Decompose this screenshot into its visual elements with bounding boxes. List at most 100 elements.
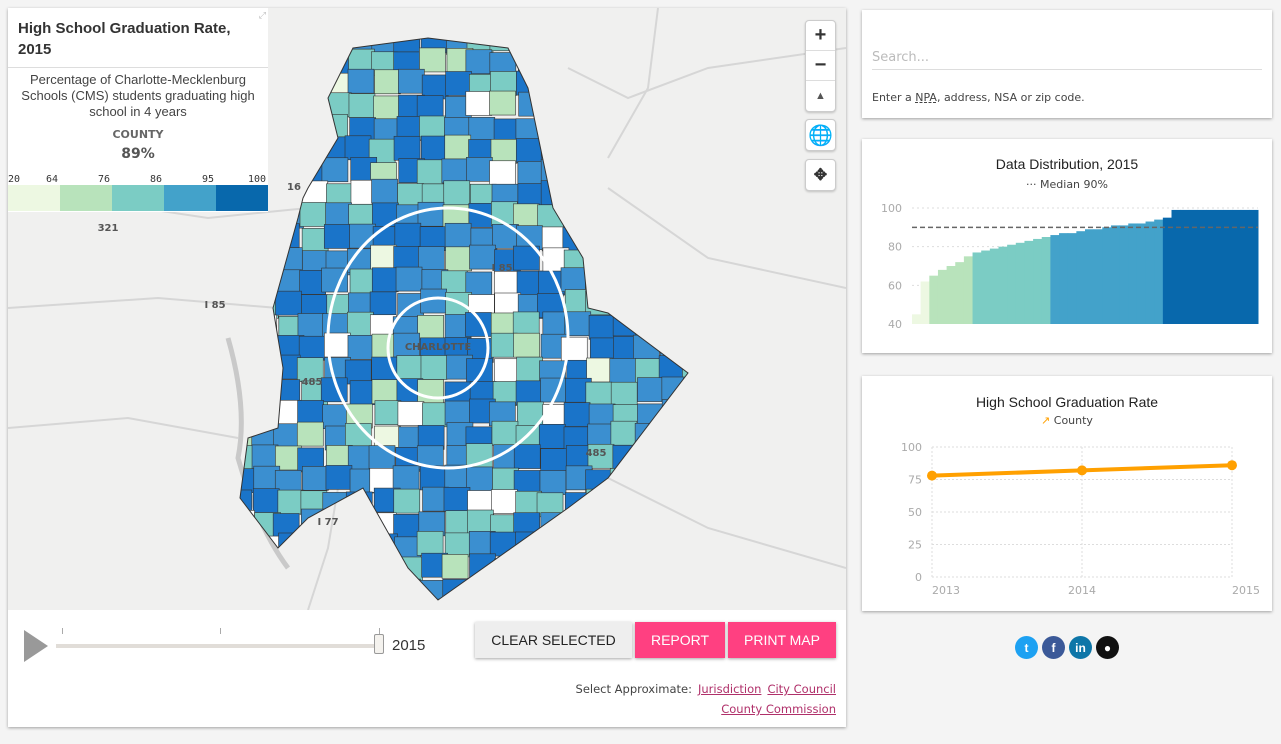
tract [562,183,590,209]
tract [250,314,277,340]
npa-abbr[interactable]: NPA [915,91,937,104]
expand-icon[interactable]: ⤢ [259,10,266,21]
tract [278,532,305,558]
tract [489,531,517,557]
legend-swatch[interactable] [8,185,60,211]
map-label: CHARLOTTE [405,342,472,353]
tract [541,555,569,581]
hint-text: Enter a [872,91,916,104]
slider-handle[interactable] [374,634,384,654]
clear-selected-button[interactable]: CLEAR SELECTED [475,622,632,658]
tract [682,601,708,610]
tract [251,602,277,610]
distribution-bar [912,314,922,324]
zoom-in-button[interactable]: + [806,21,835,51]
tract [298,335,326,361]
tract [345,510,373,536]
github-icon[interactable]: ● [1096,636,1119,659]
tract [517,161,545,186]
tract [634,247,662,272]
tract [302,466,329,491]
tract [638,117,665,143]
distribution-bar [1041,237,1051,324]
tract [610,268,637,294]
tract [296,421,324,447]
twitter-icon[interactable]: t [1015,636,1038,659]
choropleth-map[interactable]: CHARLOTTE 16 321 I 85 485 I 85 I 77 485 ⤢ High … [8,8,846,610]
tract [587,38,614,51]
year-slider[interactable] [56,644,380,648]
tract [240,489,253,515]
tract [370,554,397,580]
tract [417,379,444,404]
zoom-out-button[interactable]: − [806,51,835,81]
tract [683,69,688,95]
tract [541,70,568,96]
tract [561,134,588,160]
legend-break: 100 [247,174,266,185]
tract [686,558,688,583]
tract [562,47,589,72]
city-council-link[interactable]: City Council [767,682,836,696]
play-icon[interactable] [24,630,48,662]
distribution-bar [955,262,965,324]
tract [614,601,640,610]
distribution-bar [1050,235,1060,324]
legend-swatch[interactable] [164,185,216,211]
facebook-icon[interactable]: f [1042,636,1065,659]
tract [566,513,593,538]
select-approximate: Select Approximate: Jurisdiction City Coun… [576,679,836,719]
tract [273,423,300,449]
tract [659,487,686,513]
tract [612,311,640,337]
tract [275,575,303,600]
linkedin-icon[interactable]: in [1069,636,1092,659]
tract [632,534,660,559]
y-tick-label: 0 [915,571,922,584]
road [607,187,846,289]
tract [661,376,688,402]
tract [466,157,493,182]
tract [538,113,566,138]
tract [682,574,688,600]
tract [684,292,688,318]
tract [465,49,493,75]
legend-description: Percentage of Charlotte-Mecklenburg Scho… [21,72,255,119]
legend-swatch[interactable] [60,185,112,211]
globe-icon[interactable]: 🌐 [806,120,835,150]
tract [252,488,280,513]
tract [277,203,304,229]
tract [297,313,325,338]
north-reset-button[interactable]: ▲ [806,81,835,111]
tract [684,315,688,341]
tract [252,402,279,428]
print-map-button[interactable]: PRINT MAP [728,622,836,658]
tract [443,180,471,206]
tract [540,580,568,600]
jurisdiction-link[interactable]: Jurisdiction [698,682,761,696]
tract [322,38,349,52]
legend-swatch[interactable] [112,185,164,211]
tract [610,138,637,164]
tract [586,532,613,557]
legend-swatch[interactable] [216,185,268,211]
slider-year: 2015 [392,637,426,654]
report-button[interactable]: REPORT [635,622,725,658]
tract [444,603,470,610]
tract [240,510,255,535]
tract [684,183,688,209]
x-tick-label: 2015 [1232,584,1260,597]
tract [249,380,276,405]
distribution-bar [1024,240,1034,324]
fullscreen-icon[interactable]: ✥ [806,160,835,190]
fullscreen-control: ✥ [805,159,836,191]
county-commission-link[interactable]: County Commission [721,702,836,716]
tract [419,47,446,73]
tract [632,180,660,205]
search-input[interactable] [872,46,1262,70]
tract [465,91,493,116]
tract [348,93,376,118]
tract [563,96,591,122]
tract [467,509,494,535]
tract [296,112,324,138]
